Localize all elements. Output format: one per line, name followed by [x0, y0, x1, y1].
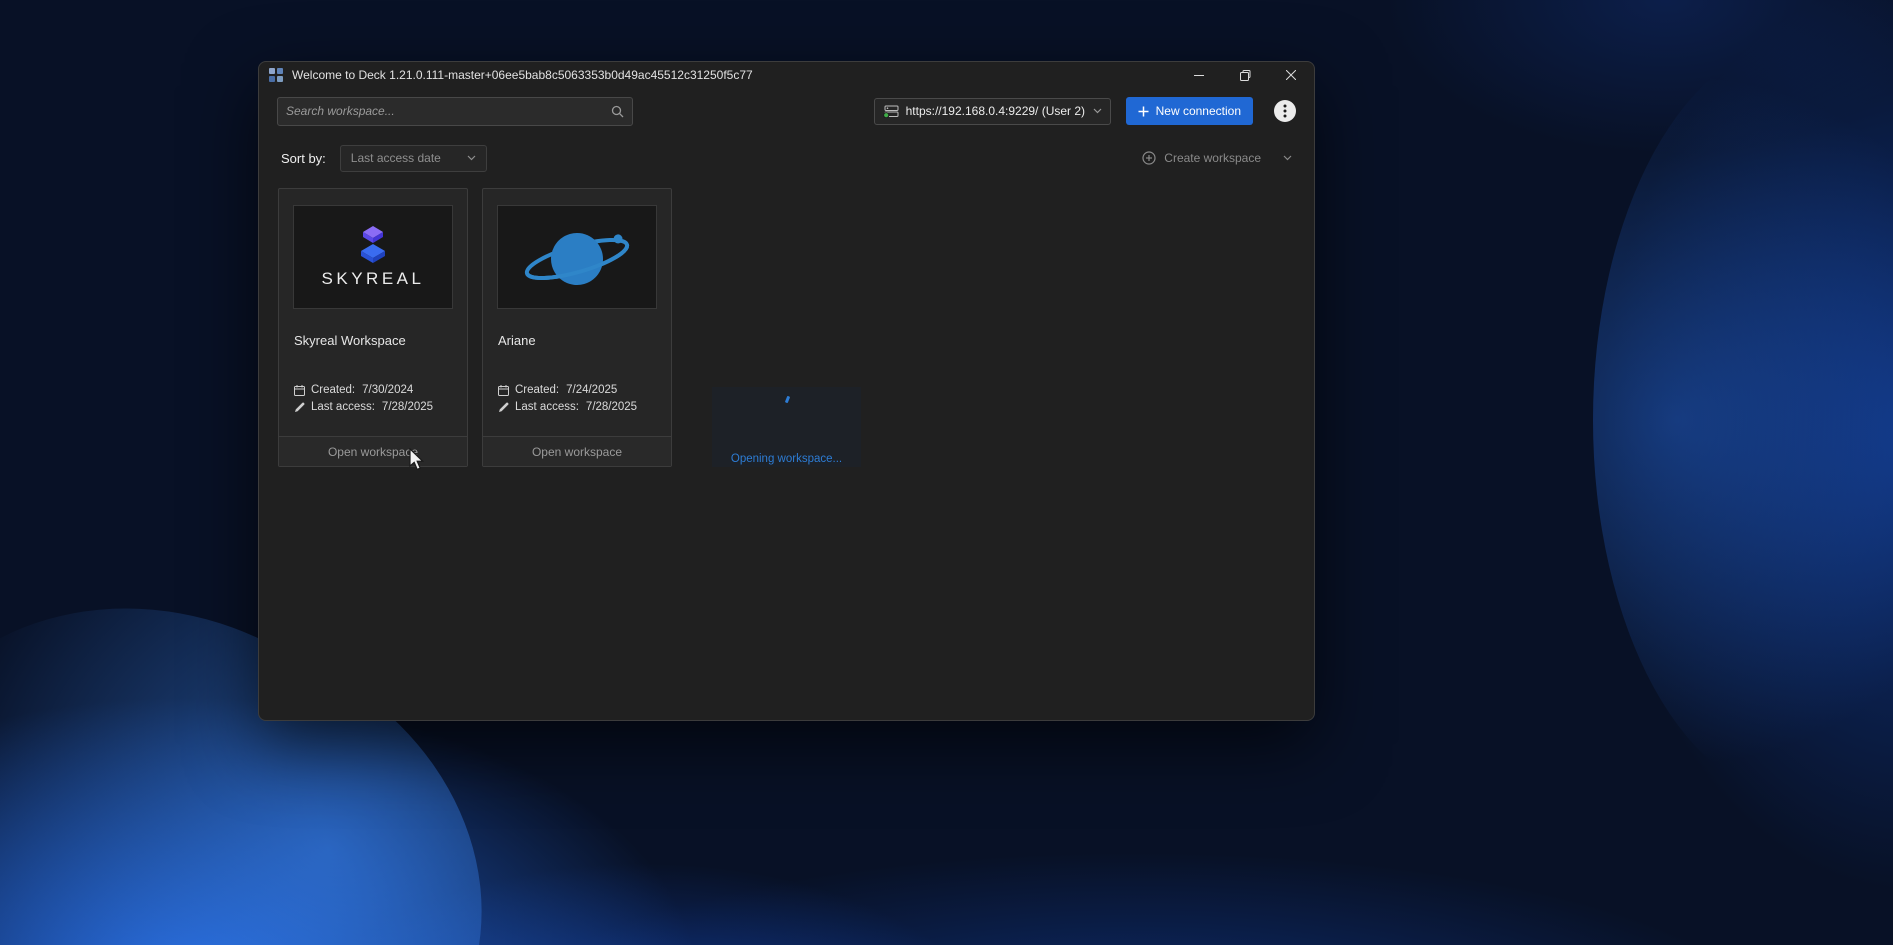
- last-access-date: 7/28/2025: [586, 401, 637, 414]
- window-title: Welcome to Deck 1.21.0.111-master+06ee5b…: [292, 68, 753, 82]
- created-row: Created: 7/24/2025: [498, 384, 656, 397]
- last-access-date: 7/28/2025: [382, 401, 433, 414]
- create-workspace-button[interactable]: Create workspace: [1142, 151, 1292, 165]
- created-date: 7/30/2024: [362, 384, 413, 397]
- new-connection-button[interactable]: New connection: [1126, 97, 1253, 125]
- chevron-down-icon[interactable]: [1283, 155, 1292, 161]
- sort-bar: Sort by: Last access date Create workspa…: [259, 134, 1314, 182]
- minimize-button[interactable]: [1176, 62, 1222, 88]
- workspace-meta: Created: 7/30/2024 Last access: 7/28/202…: [294, 384, 452, 414]
- created-row: Created: 7/30/2024: [294, 384, 452, 397]
- skyreal-logo-text: SKYREAL: [322, 269, 425, 289]
- calendar-icon: [294, 385, 305, 396]
- workspace-title: Ariane: [498, 333, 656, 348]
- chevron-down-icon: [1093, 108, 1102, 114]
- search-icon[interactable]: [611, 105, 624, 118]
- last-access-label: Last access:: [515, 401, 579, 414]
- close-button[interactable]: [1268, 62, 1314, 88]
- created-label: Created:: [515, 384, 559, 397]
- loading-spinner-fragment: [785, 396, 790, 404]
- last-access-row: Last access: 7/28/2025: [294, 401, 452, 414]
- created-date: 7/24/2025: [566, 384, 617, 397]
- titlebar[interactable]: Welcome to Deck 1.21.0.111-master+06ee5b…: [259, 62, 1314, 88]
- wallpaper-swirl: [1593, 40, 1893, 800]
- pencil-icon: [294, 402, 305, 413]
- skyreal-logo-icon: [352, 226, 394, 264]
- maximize-restore-button[interactable]: [1222, 62, 1268, 88]
- new-connection-label: New connection: [1156, 104, 1241, 118]
- ariane-planet-logo-icon: [518, 221, 636, 293]
- workspace-thumbnail: SKYREAL: [293, 205, 453, 309]
- opening-workspace-label: Opening workspace...: [731, 453, 842, 465]
- created-label: Created:: [311, 384, 355, 397]
- server-status-icon: [883, 105, 899, 118]
- workspace-meta: Created: 7/24/2025 Last access: 7/28/202…: [498, 384, 656, 414]
- sort-order-value: Last access date: [351, 151, 441, 165]
- connection-value: https://192.168.0.4:9229/ (User 2): [906, 104, 1085, 118]
- last-access-row: Last access: 7/28/2025: [498, 401, 656, 414]
- app-window: Welcome to Deck 1.21.0.111-master+06ee5b…: [258, 61, 1315, 721]
- workspace-card-ariane[interactable]: Ariane Created: 7/24/2025: [482, 188, 672, 467]
- app-icon: [269, 68, 283, 82]
- workspace-title: Skyreal Workspace: [294, 333, 452, 348]
- last-access-label: Last access:: [311, 401, 375, 414]
- kebab-menu-icon: [1283, 104, 1287, 118]
- pencil-icon: [498, 402, 509, 413]
- more-options-button[interactable]: [1274, 100, 1296, 122]
- search-box[interactable]: [277, 97, 633, 126]
- plus-icon: [1138, 106, 1149, 117]
- calendar-icon: [498, 385, 509, 396]
- window-controls: [1176, 62, 1314, 88]
- plus-circle-icon: [1142, 151, 1156, 165]
- search-input[interactable]: [286, 104, 611, 118]
- workspace-card-skyreal[interactable]: SKYREAL Skyreal Workspace Created: 7/30/…: [278, 188, 468, 467]
- chevron-down-icon: [467, 155, 476, 161]
- open-workspace-button[interactable]: Open workspace: [279, 436, 467, 466]
- open-workspace-button[interactable]: Open workspace: [483, 436, 671, 466]
- opening-workspace-card: Opening workspace...: [712, 387, 861, 467]
- sort-order-dropdown[interactable]: Last access date: [340, 145, 487, 172]
- connection-selector[interactable]: https://192.168.0.4:9229/ (User 2): [874, 98, 1111, 125]
- toolbar: https://192.168.0.4:9229/ (User 2) New c…: [259, 88, 1314, 134]
- sort-by-label: Sort by:: [281, 151, 326, 166]
- workspace-thumbnail: [497, 205, 657, 309]
- create-workspace-label: Create workspace: [1164, 151, 1261, 165]
